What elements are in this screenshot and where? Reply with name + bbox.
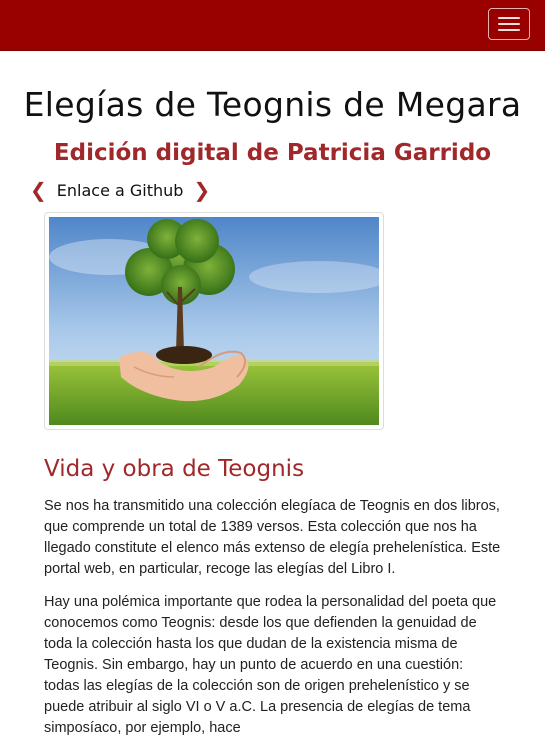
chevron-right-icon[interactable]: ❯	[193, 180, 210, 200]
page-title: Elegías de Teognis de Megara	[23, 85, 522, 124]
body-paragraph: Se nos ha transmitido una colección eleg…	[44, 498, 501, 577]
body-paragraph: Hay una polémica importante que rodea la…	[44, 594, 497, 736]
hamburger-bar	[498, 23, 520, 25]
chevron-left-icon[interactable]: ❮	[30, 180, 47, 200]
github-link[interactable]: Enlace a Github	[57, 181, 184, 200]
github-link-row: ❮ Enlace a Github ❯	[30, 178, 545, 202]
hamburger-bar	[498, 29, 520, 31]
hamburger-menu-button[interactable]	[488, 8, 530, 40]
hamburger-bar	[498, 17, 520, 19]
section-title: Vida y obra de Teognis	[44, 456, 305, 482]
page-subtitle: Edición digital de Patricia Garrido	[53, 140, 492, 166]
hero-image	[44, 212, 384, 430]
tree-in-hands-image	[49, 217, 379, 425]
top-navbar	[0, 0, 545, 51]
